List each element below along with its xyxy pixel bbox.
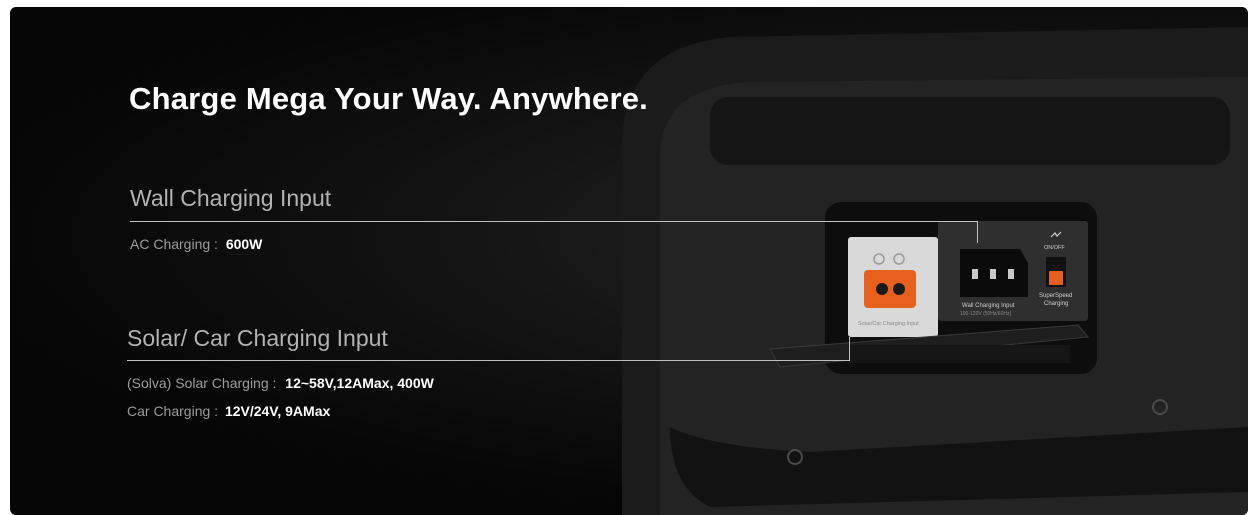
solar-charging-row: (Solva) Solar Charging : 12~58V,12AMax, … xyxy=(127,375,434,391)
car-charging-value: 12V/24V, 9AMax xyxy=(224,403,331,419)
ac-charging-value: 600W xyxy=(225,236,263,252)
car-charging-row: Car Charging : 12V/24V, 9AMax xyxy=(127,403,330,419)
solar-callout-line xyxy=(127,360,850,361)
car-charging-label: Car Charging : xyxy=(127,403,219,419)
ac-charging-row: AC Charging : 600W xyxy=(130,236,262,252)
ac-charging-label: AC Charging : xyxy=(130,236,218,252)
superspeed-label-2: Charging xyxy=(1044,301,1068,307)
xt60-port xyxy=(864,270,916,308)
solar-car-input-heading: Solar/ Car Charging Input xyxy=(127,325,388,351)
solar-charging-value: 12~58V,12AMax, 400W xyxy=(285,375,434,391)
solar-charging-label: (Solva) Solar Charging : xyxy=(127,375,277,391)
wall-callout-leader xyxy=(977,221,978,243)
wall-port-label: Wall Charging Input xyxy=(962,303,1015,309)
page-title: Charge Mega Your Way. Anywhere. xyxy=(129,81,648,116)
solar-callout-leader xyxy=(849,337,850,361)
switch-label: ON/OFF xyxy=(1044,245,1065,251)
superspeed-switch xyxy=(1049,271,1063,285)
solar-port-label: Solar/Car Charging Input xyxy=(858,321,919,327)
wall-callout-line xyxy=(130,221,978,222)
hero-panel: Solar/Car Charging Input Wall Charging I… xyxy=(10,7,1248,515)
wall-input-heading: Wall Charging Input xyxy=(130,185,332,211)
superspeed-label-1: SuperSpeed xyxy=(1039,293,1072,299)
wall-port-spec: 100-120V (50Hz/60Hz) xyxy=(960,311,1011,317)
